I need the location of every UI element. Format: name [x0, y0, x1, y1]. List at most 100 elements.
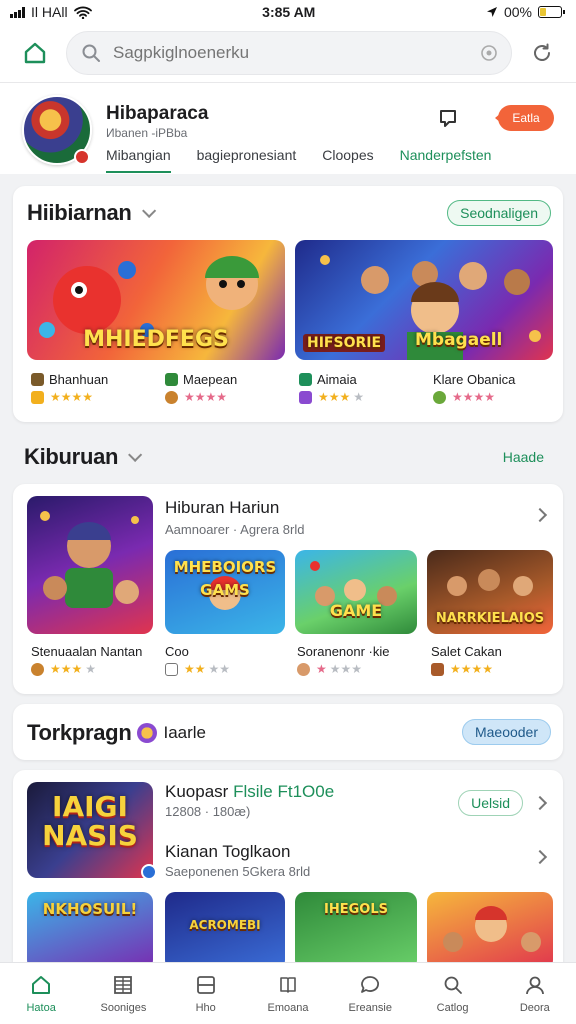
- tab-3[interactable]: Cloopes: [322, 147, 373, 173]
- game-thumbnail[interactable]: [427, 892, 553, 970]
- nav-categories[interactable]: Sooniges: [87, 974, 159, 1014]
- rating-stars: ★★★★: [31, 662, 96, 676]
- status-bar: Il НАll 3:85 AM 00%: [0, 0, 576, 24]
- app-name[interactable]: Stenuaalan Nantan: [31, 644, 142, 659]
- app-name[interactable]: Salet Cakan: [431, 644, 502, 659]
- tab-1[interactable]: Mibangian: [106, 147, 171, 173]
- nav-profile[interactable]: Deora: [499, 974, 571, 1014]
- profile-header: Hibaparaca Иbanen -іРВba Mibangian bagie…: [0, 82, 576, 174]
- chevron-right-icon[interactable]: [532, 849, 548, 865]
- search-icon: [444, 976, 462, 994]
- rating-stars: ★★★★: [165, 662, 230, 676]
- section-list: IAIGI NASIS Kuopasr Flsile Ft1O0e 12808 …: [13, 770, 563, 970]
- chevron-down-icon[interactable]: [128, 447, 143, 462]
- rating-stars: ★★★★: [431, 662, 493, 676]
- list-row-subtitle: 12808 · 180æ): [165, 804, 251, 819]
- game-thumbnail[interactable]: NARRKIELAIOS: [427, 550, 553, 634]
- game-thumbnail[interactable]: GAME: [295, 550, 417, 634]
- app-icon: [31, 373, 44, 386]
- clock: 3:85 AM: [262, 4, 316, 20]
- game-art: [310, 561, 397, 606]
- game-art: [40, 511, 139, 608]
- section-pill[interactable]: Maeooder: [461, 719, 551, 745]
- section-title-suffix: Iaarle: [163, 723, 206, 742]
- game-thumbnail[interactable]: NKHOSUIL!: [27, 892, 153, 970]
- nav-home[interactable]: Hatoa: [5, 974, 77, 1014]
- chevron-right-icon[interactable]: [532, 795, 548, 811]
- game-thumbnail[interactable]: MHIEDFEGS: [27, 240, 285, 360]
- list-row-title[interactable]: Kuopasr Flsile Ft1O0e: [165, 782, 334, 802]
- app-icon: [31, 662, 44, 676]
- feature-subtitle: Aamnoarer · Agrera 8rld: [165, 522, 305, 537]
- thumbnail-title: Mbagaell: [415, 330, 503, 350]
- chat-icon: [361, 975, 380, 993]
- list-row-subtitle: Saeponenen 5Gkera 8rld: [165, 864, 311, 879]
- home-button[interactable]: [14, 32, 56, 74]
- row-action[interactable]: Uelsid: [458, 790, 523, 816]
- refresh-button[interactable]: [522, 33, 562, 73]
- notification-badge: [74, 149, 90, 165]
- refresh-icon: [534, 43, 550, 61]
- game-thumbnail[interactable]: MHEBOIORS GAMS: [165, 550, 285, 634]
- game-thumbnail[interactable]: ACROMEBI: [165, 892, 285, 970]
- app-icon: [31, 390, 44, 404]
- app-icon: [433, 390, 446, 404]
- game-thumbnail[interactable]: IAIGI NASIS: [27, 782, 153, 878]
- list-row-title[interactable]: Kianan Toglkaon: [165, 842, 290, 862]
- window-icon: [196, 975, 215, 994]
- nav-chat[interactable]: Ereansie: [334, 974, 406, 1014]
- battery-percent: 00%: [503, 4, 532, 20]
- section-pill[interactable]: Seodnaligen: [447, 200, 551, 226]
- app-name[interactable]: Klare Obanica: [433, 372, 515, 387]
- clear-icon[interactable]: [481, 45, 497, 61]
- thumbnail-title: GAME: [329, 601, 383, 620]
- game-art: [443, 906, 541, 952]
- game-thumbnail[interactable]: IHEGOLS: [295, 892, 417, 970]
- section-title: Torkpragn: [27, 720, 132, 745]
- search-input[interactable]: [113, 43, 469, 63]
- search-bar[interactable]: [66, 31, 512, 75]
- signal-icon: [10, 6, 25, 18]
- app-name[interactable]: Soranenonr ·kie: [297, 644, 390, 659]
- game-thumbnail[interactable]: HIFSORIE Mbagaell: [295, 240, 553, 360]
- emoji-icon: [137, 723, 158, 743]
- chevron-right-icon[interactable]: [532, 507, 548, 523]
- nav-library[interactable]: Emoana: [252, 974, 324, 1014]
- section-header-card: Torkpragn Iaarle Maeooder: [13, 704, 563, 760]
- battery-icon: [537, 6, 565, 18]
- section-link[interactable]: Haade: [491, 444, 556, 470]
- profile-tabs: Mibangian bagiepronesiant Cloopes Nander…: [106, 147, 491, 173]
- carrier-label: Il НАll: [31, 4, 68, 20]
- edit-button[interactable]: Eatla: [495, 105, 554, 131]
- nav-search[interactable]: Catlog: [417, 974, 489, 1014]
- app-icon: [431, 662, 444, 676]
- thumbnail-title: NARRKIELAIOS: [435, 611, 545, 626]
- section-entertainment: Hiburan Hariun Aamnoarer · Agrera 8rld M…: [13, 484, 563, 694]
- tab-2[interactable]: bagiepronesiant: [197, 147, 297, 173]
- chevron-down-icon[interactable]: [141, 203, 156, 218]
- profile-subtitle: Иbanen -іРВba: [106, 126, 188, 140]
- book-icon: [280, 976, 296, 993]
- grid-icon: [114, 975, 133, 994]
- thumbnail-title: MHEBOIORS GAMS: [173, 558, 277, 599]
- app-name[interactable]: Aimaia: [299, 372, 357, 387]
- thumbnail-title: ACROMEBI: [189, 918, 261, 932]
- rating-stars: ★★★★: [433, 390, 495, 404]
- thumbnail-title: IHEGOLS: [324, 902, 388, 917]
- app-name[interactable]: Coo: [165, 644, 189, 659]
- game-thumbnail[interactable]: [27, 496, 153, 634]
- home-icon: [24, 42, 46, 64]
- thumbnail-title: MHIEDFEGS: [83, 327, 229, 352]
- thumbnail-title: NKHOSUIL!: [42, 900, 138, 918]
- profile-icon: [525, 976, 544, 994]
- section-title: Hiibiarnan: [27, 200, 132, 225]
- feature-title[interactable]: Hiburan Hariun: [165, 498, 279, 518]
- message-icon[interactable]: [436, 107, 460, 131]
- app-icon: [297, 662, 310, 676]
- app-name[interactable]: Bhanhuan: [31, 372, 108, 387]
- tab-4[interactable]: Nanderpefsten: [400, 147, 492, 173]
- app-icon: [165, 662, 178, 676]
- nav-window[interactable]: Hho: [170, 974, 242, 1014]
- rating-stars: ★★★★: [31, 390, 93, 404]
- app-name[interactable]: Maepean: [165, 372, 237, 387]
